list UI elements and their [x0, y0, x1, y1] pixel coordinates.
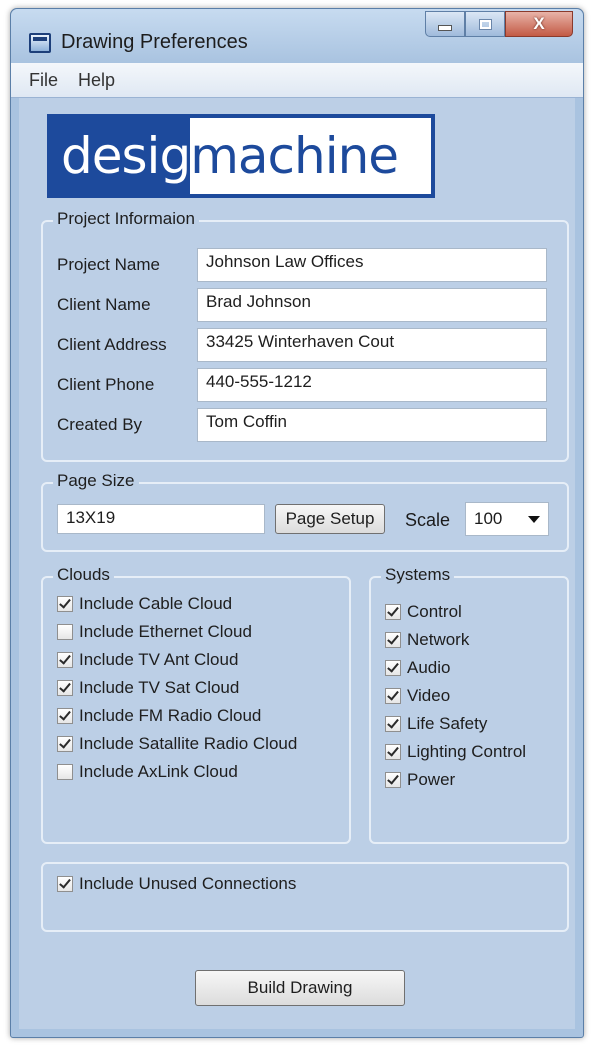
- minimize-button[interactable]: [425, 11, 465, 37]
- client-name-row: Client Name Brad Johnson: [57, 288, 547, 322]
- checkbox-label: Include Cable Cloud: [79, 594, 233, 613]
- page-size-legend: Page Size: [53, 471, 139, 491]
- checkbox[interactable]: [385, 604, 401, 620]
- cloud-option-ethernet[interactable]: Include Ethernet Cloud: [57, 622, 252, 642]
- caption-buttons: X: [425, 11, 573, 37]
- checkbox[interactable]: [57, 596, 73, 612]
- cloud-option-tv-ant[interactable]: Include TV Ant Cloud: [57, 650, 238, 670]
- menu-file[interactable]: File: [29, 70, 58, 91]
- logo-text-left: desig: [61, 127, 191, 185]
- system-option-video[interactable]: Video: [385, 686, 450, 706]
- project-name-row: Project Name Johnson Law Offices: [57, 248, 547, 282]
- scale-label: Scale: [405, 510, 451, 530]
- checkbox-label: Video: [407, 686, 451, 705]
- client-name-input[interactable]: Brad Johnson: [197, 288, 547, 322]
- close-icon: X: [533, 14, 545, 33]
- scale-select[interactable]: 100: [465, 502, 549, 536]
- checkbox[interactable]: [385, 716, 401, 732]
- maximize-icon: [478, 18, 492, 30]
- unused-connections-group: Include Unused Connections: [41, 862, 569, 932]
- client-phone-input[interactable]: 440-555-1212: [197, 368, 547, 402]
- cloud-option-tv-sat[interactable]: Include TV Sat Cloud: [57, 678, 239, 698]
- close-button[interactable]: X: [505, 11, 573, 37]
- menu-help[interactable]: Help: [78, 70, 115, 91]
- logo-text-right: machine: [190, 118, 431, 194]
- checkbox[interactable]: [385, 632, 401, 648]
- minimize-icon: [438, 25, 452, 31]
- cloud-option-cable[interactable]: Include Cable Cloud: [57, 594, 232, 614]
- client-phone-label: Client Phone: [57, 375, 155, 394]
- systems-group: Systems Control Network Audio Video Life…: [369, 565, 569, 844]
- checkbox-label: Include FM Radio Cloud: [79, 706, 262, 725]
- dialog-body: desig machine Project Informaion Project…: [19, 98, 575, 1029]
- cloud-option-satellite-radio[interactable]: Include Satallite Radio Cloud: [57, 734, 297, 754]
- checkbox[interactable]: [57, 680, 73, 696]
- checkbox-label: Include TV Ant Cloud: [79, 650, 239, 669]
- system-option-lighting-control[interactable]: Lighting Control: [385, 742, 526, 762]
- drawing-preferences-window: Drawing Preferences X File Help desig ma…: [10, 8, 584, 1038]
- app-window-icon: [29, 33, 51, 53]
- checkbox-label: Life Safety: [407, 714, 488, 733]
- project-name-label: Project Name: [57, 255, 160, 274]
- client-address-row: Client Address 33425 Winterhaven Cout: [57, 328, 547, 362]
- clouds-group: Clouds Include Cable Cloud Include Ether…: [41, 565, 351, 844]
- checkbox[interactable]: [57, 652, 73, 668]
- chevron-down-icon: [528, 515, 540, 523]
- project-information-legend: Project Informaion: [53, 209, 199, 229]
- page-size-input[interactable]: 13X19: [57, 504, 265, 534]
- system-option-power[interactable]: Power: [385, 770, 455, 790]
- checkbox[interactable]: [57, 624, 73, 640]
- include-unused-connections-option[interactable]: Include Unused Connections: [57, 874, 296, 894]
- checkbox-label: Lighting Control: [407, 742, 527, 761]
- checkbox-label: Include Satallite Radio Cloud: [79, 734, 298, 753]
- system-option-control[interactable]: Control: [385, 602, 462, 622]
- project-name-input[interactable]: Johnson Law Offices: [197, 248, 547, 282]
- checkbox[interactable]: [57, 736, 73, 752]
- checkbox[interactable]: [57, 876, 73, 892]
- project-information-group: Project Informaion Project Name Johnson …: [41, 209, 569, 462]
- build-drawing-button[interactable]: Build Drawing: [195, 970, 405, 1006]
- title-bar[interactable]: Drawing Preferences X: [11, 9, 583, 63]
- created-by-input[interactable]: Tom Coffin: [197, 408, 547, 442]
- checkbox[interactable]: [57, 708, 73, 724]
- checkbox-label: Include AxLink Cloud: [79, 762, 238, 781]
- checkbox[interactable]: [385, 660, 401, 676]
- client-name-label: Client Name: [57, 295, 151, 314]
- checkbox[interactable]: [385, 772, 401, 788]
- created-by-row: Created By Tom Coffin: [57, 408, 547, 442]
- checkbox-label: Network: [407, 630, 470, 649]
- system-option-network[interactable]: Network: [385, 630, 469, 650]
- clouds-legend: Clouds: [53, 565, 114, 585]
- client-address-input[interactable]: 33425 Winterhaven Cout: [197, 328, 547, 362]
- scale-value: 100: [474, 509, 503, 528]
- menu-bar: File Help: [11, 63, 583, 98]
- checkbox-label: Power: [407, 770, 456, 789]
- checkbox[interactable]: [385, 688, 401, 704]
- checkbox-label: Include TV Sat Cloud: [79, 678, 240, 697]
- cloud-option-axlink[interactable]: Include AxLink Cloud: [57, 762, 238, 782]
- window-title: Drawing Preferences: [61, 31, 248, 53]
- checkbox[interactable]: [57, 764, 73, 780]
- systems-legend: Systems: [381, 565, 455, 585]
- designmachine-logo: desig machine: [47, 114, 435, 198]
- system-option-audio[interactable]: Audio: [385, 658, 450, 678]
- system-option-life-safety[interactable]: Life Safety: [385, 714, 487, 734]
- checkbox-label: Audio: [407, 658, 451, 677]
- page-setup-button[interactable]: Page Setup: [275, 504, 385, 534]
- checkbox-label: Include Ethernet Cloud: [79, 622, 252, 641]
- checkbox-label: Control: [407, 602, 462, 621]
- client-address-label: Client Address: [57, 335, 167, 354]
- cloud-option-fm-radio[interactable]: Include FM Radio Cloud: [57, 706, 261, 726]
- client-phone-row: Client Phone 440-555-1212: [57, 368, 547, 402]
- created-by-label: Created By: [57, 415, 143, 434]
- maximize-button[interactable]: [465, 11, 505, 37]
- page-size-group: Page Size 13X19 Page Setup Scale 100: [41, 471, 569, 552]
- checkbox[interactable]: [385, 744, 401, 760]
- checkbox-label: Include Unused Connections: [79, 874, 297, 893]
